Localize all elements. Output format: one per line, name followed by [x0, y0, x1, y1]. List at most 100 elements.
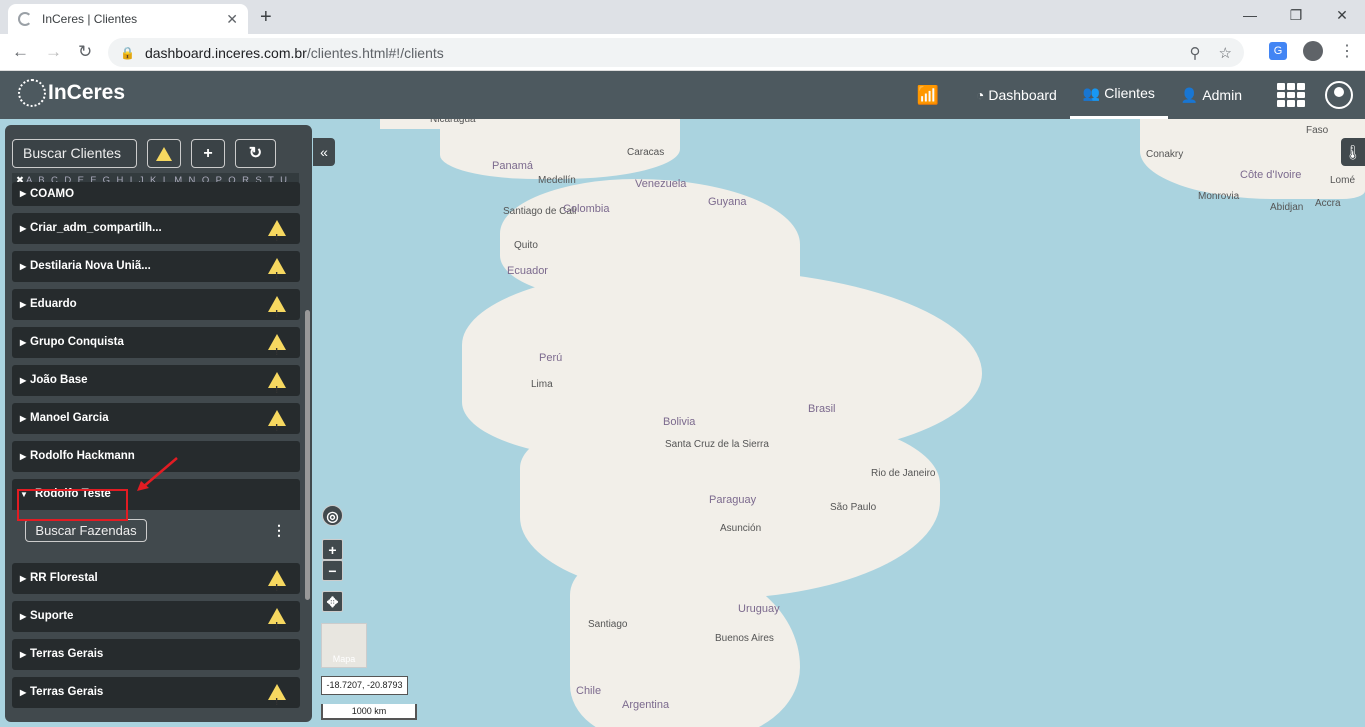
compass-button[interactable]: ◎ — [322, 505, 343, 526]
back-icon[interactable]: ← — [12, 42, 29, 62]
reload-icon[interactable]: ↻ — [78, 42, 92, 62]
annotation-arrow-icon — [137, 457, 178, 491]
farm-search-button[interactable]: Buscar Fazendas — [25, 519, 147, 542]
user-plus-icon: 👤 — [1180, 86, 1199, 103]
client-item[interactable]: ▶ RR Florestal — [12, 563, 300, 604]
client-item[interactable]: ▶ Criar_adm_compartilh... — [12, 213, 300, 254]
thermometer-icon: 🌡 — [1344, 144, 1362, 160]
warning-icon — [156, 146, 172, 161]
client-item[interactable]: ▶ Destilaria Nova Uniã... — [12, 251, 300, 292]
caret-right-icon: ▶ — [20, 376, 27, 385]
minimize-icon[interactable]: — — [1227, 0, 1273, 30]
coordinates-readout: -18.7207, -20.8793 — [321, 676, 408, 695]
warning-filter-button[interactable] — [147, 139, 181, 168]
caret-right-icon: ▶ — [20, 688, 27, 697]
thermometer-button[interactable]: 🌡 — [1341, 138, 1365, 166]
refresh-button[interactable]: ↻ — [235, 139, 276, 168]
url-host: dashboard.inceres.com.br — [144, 44, 307, 61]
layer-label: Mapa — [332, 654, 356, 664]
users-icon: 👥 — [1082, 85, 1101, 101]
close-tab-icon[interactable]: ✕ — [226, 11, 238, 28]
client-item[interactable]: ▶ Grupo Conquista — [12, 327, 300, 368]
client-list: ▶COAMO ▶Criar_adm_compartilh... ▶Destila… — [12, 182, 300, 718]
warning-icon — [268, 220, 286, 254]
new-tab-icon[interactable]: + — [260, 6, 272, 29]
caret-right-icon: ▶ — [20, 262, 27, 271]
client-item[interactable]: ▶ Terras Gerais — [12, 677, 300, 718]
warning-icon — [268, 334, 286, 368]
client-search-input[interactable]: Buscar Clientes — [12, 139, 137, 168]
client-name: João Base — [30, 374, 88, 386]
warning-icon — [268, 410, 286, 444]
warning-icon — [268, 570, 286, 604]
profile-icon[interactable] — [1303, 41, 1323, 61]
wifi-icon: 📶 — [916, 84, 939, 105]
plus-icon: + — [328, 542, 337, 558]
address-bar: ← → ↻ 🔒 dashboard.inceres.com.br/cliente… — [0, 34, 1365, 71]
warning-icon — [268, 684, 286, 718]
zoom-out-button[interactable]: − — [322, 560, 343, 581]
collapse-sidebar-button[interactable]: « — [313, 138, 335, 166]
client-details: Buscar Fazendas ⋮ — [12, 510, 300, 556]
nav-clientes[interactable]: 👥 Clientes — [1069, 71, 1168, 119]
pan-button[interactable]: ✥ — [322, 591, 343, 612]
client-item[interactable]: ▶ Manoel Garcia — [12, 403, 300, 444]
move-icon: ✥ — [326, 594, 339, 610]
client-name: Criar_adm_compartilh... — [30, 222, 162, 234]
browser-menu-icon[interactable]: ⋮ — [1339, 41, 1355, 61]
forward-icon[interactable]: → — [45, 42, 62, 62]
url-field[interactable]: 🔒 dashboard.inceres.com.br/clientes.html… — [108, 38, 1244, 67]
logo-text: InCeres — [48, 81, 126, 104]
client-name: Grupo Conquista — [30, 336, 124, 348]
close-window-icon[interactable]: ✕ — [1319, 0, 1365, 30]
client-item[interactable]: ▶ Suporte — [12, 601, 300, 642]
favicon-icon — [18, 12, 32, 26]
url-path: /clientes.html#!/clients — [306, 44, 444, 61]
user-account-icon[interactable] — [1325, 81, 1353, 109]
client-name: Destilaria Nova Uniã... — [30, 260, 151, 272]
more-options-icon[interactable]: ⋮ — [272, 522, 286, 539]
logo-ring-icon — [18, 79, 46, 107]
client-name: RR Florestal — [30, 572, 98, 584]
caret-right-icon: ▶ — [20, 338, 27, 347]
client-name: Rodolfo Hackmann — [30, 450, 135, 462]
clients-sidebar: Buscar Clientes + ↻ ✖ A B C D E F G H I J… — [5, 125, 312, 722]
client-item[interactable]: ▶ Eduardo — [12, 289, 300, 330]
client-name: Suporte — [30, 610, 74, 622]
caret-right-icon: ▶ — [20, 414, 27, 423]
add-client-button[interactable]: + — [191, 139, 225, 168]
top-nav: 📶 ◔ Dashboard 👥 Clientes 👤 Admin — [916, 71, 1365, 119]
nav-admin-label: Admin — [1202, 86, 1242, 103]
zoom-in-button[interactable]: + — [322, 539, 343, 560]
nav-admin[interactable]: 👤 Admin — [1168, 71, 1255, 119]
warning-icon — [268, 258, 286, 292]
scale-bar: 1000 km — [321, 704, 417, 720]
browser-tab[interactable]: InCeres | Clientes ✕ — [8, 4, 248, 34]
client-name: Rodolfo Teste — [35, 488, 111, 500]
app-header: InCeres 📶 ◔ Dashboard 👥 Clientes 👤 Admin — [0, 71, 1365, 119]
nav-dashboard[interactable]: ◔ Dashboard — [963, 71, 1070, 119]
client-item[interactable]: ▶ COAMO — [12, 182, 300, 206]
layer-switcher[interactable]: Mapa — [321, 623, 367, 668]
caret-right-icon: ▶ — [20, 189, 27, 198]
client-item[interactable]: ▶ João Base — [12, 365, 300, 406]
warning-icon — [268, 608, 286, 642]
caret-right-icon: ▶ — [20, 224, 27, 233]
inceres-logo[interactable]: InCeres — [18, 79, 125, 107]
translate-extension-icon[interactable]: G — [1269, 42, 1287, 60]
restore-icon[interactable]: ❐ — [1273, 0, 1319, 30]
warning-icon — [268, 296, 286, 330]
minus-icon: − — [328, 563, 337, 579]
apps-grid-icon[interactable] — [1277, 83, 1305, 107]
refresh-icon: ↻ — [248, 145, 263, 162]
sidebar-scrollbar[interactable] — [305, 310, 310, 600]
compass-icon: ◎ — [326, 508, 339, 524]
lock-icon: 🔒 — [120, 45, 135, 60]
plus-icon: + — [203, 145, 213, 162]
bookmark-star-icon[interactable]: ☆ — [1219, 44, 1232, 62]
double-chevron-left-icon: « — [320, 144, 328, 160]
caret-right-icon: ▶ — [20, 574, 27, 583]
caret-right-icon: ▶ — [20, 452, 27, 461]
client-item[interactable]: ▶ Terras Gerais — [12, 639, 300, 670]
zoom-icon[interactable]: ⚲ — [1190, 44, 1201, 62]
